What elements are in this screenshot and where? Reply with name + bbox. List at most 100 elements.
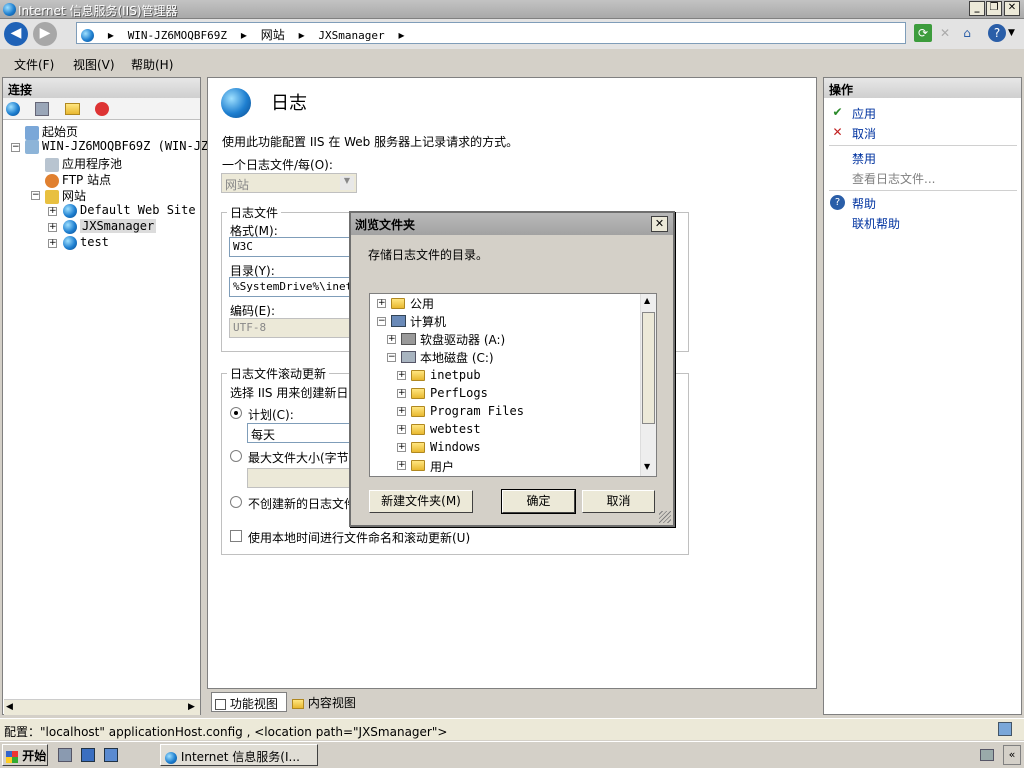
restore-button[interactable]: ❐ [986, 1, 1002, 16]
expand-icon[interactable]: + [397, 443, 406, 452]
actions-divider [829, 145, 1017, 146]
expand-icon[interactable]: + [387, 335, 396, 344]
disconnect-icon[interactable] [95, 102, 109, 116]
help-icon[interactable]: ? [988, 24, 1006, 42]
expand-icon[interactable]: + [48, 223, 57, 232]
tree-ftp-sites[interactable]: FTP 站点 [45, 171, 111, 188]
expand-icon[interactable]: + [397, 461, 406, 470]
folder-perflogs[interactable]: PerfLogs [430, 386, 488, 400]
format-select[interactable]: W3C [229, 237, 359, 257]
view-logs-action[interactable]: 查看日志文件... [852, 170, 935, 187]
connect-icon[interactable] [6, 102, 20, 116]
folder-tree[interactable]: + 公用 − 计算机 + 软盘驱动器 (A:) − 本地磁盘 (C:) + in… [369, 293, 657, 477]
folder-inetpub[interactable]: inetpub [430, 368, 481, 382]
start-button[interactable]: 开始 [2, 744, 48, 766]
menu-view[interactable]: 视图(V) [73, 56, 115, 73]
tree-start-page[interactable]: 起始页 [25, 123, 78, 140]
server-manager-icon[interactable] [58, 748, 72, 762]
breadcrumb-sites[interactable]: 网站 [261, 28, 285, 42]
folder-icon [411, 460, 425, 471]
close-button[interactable]: ✕ [1004, 1, 1020, 16]
scroll-down-icon[interactable]: ▼ [644, 462, 650, 471]
cancel-action[interactable]: 取消 [852, 125, 876, 142]
dialog-close-button[interactable]: ✕ [651, 216, 668, 232]
folder-computer[interactable]: 计算机 [410, 313, 446, 330]
address-bar[interactable]: ▸ WIN-JZ6MOQBF69Z ▸ 网站 ▸ JXSmanager ▸ [76, 22, 906, 44]
scroll-right-icon[interactable]: ▶ [188, 702, 195, 712]
dialog-cancel-button[interactable]: 取消 [582, 490, 655, 513]
vertical-scrollbar[interactable]: ▲ ▼ [640, 294, 656, 476]
collapse-icon[interactable]: − [387, 353, 396, 362]
folder-floppy[interactable]: 软盘驱动器 (A:) [420, 331, 505, 348]
tree-app-pools[interactable]: 应用程序池 [45, 155, 122, 172]
scroll-up-icon[interactable]: ▲ [644, 296, 650, 305]
minimize-button[interactable]: _ [969, 1, 985, 16]
back-button[interactable]: ◀ [4, 22, 28, 46]
ok-button[interactable]: 确定 [501, 489, 576, 514]
actions-header: 操作 [824, 78, 1021, 98]
features-view-icon [215, 699, 226, 710]
expand-icon[interactable]: + [48, 207, 57, 216]
expand-icon[interactable]: + [377, 299, 386, 308]
expand-icon[interactable]: + [397, 371, 406, 380]
schedule-radio[interactable] [230, 407, 242, 419]
collapse-icon[interactable]: − [377, 317, 386, 326]
folder-users[interactable]: 用户 [430, 458, 454, 475]
dialog-prompt: 存储日志文件的目录。 [368, 248, 489, 262]
expand-icon[interactable]: + [48, 239, 57, 248]
nonew-radio[interactable] [230, 496, 242, 508]
stop-icon[interactable]: ✕ [936, 24, 954, 42]
encoding-select[interactable]: UTF-8 [229, 318, 359, 338]
localtime-checkbox[interactable] [230, 530, 242, 542]
folder-localdisk[interactable]: 本地磁盘 (C:) [420, 349, 494, 366]
explorer-icon[interactable] [104, 748, 118, 762]
new-folder-button[interactable]: 新建文件夹(M) [369, 490, 473, 513]
breadcrumb-site[interactable]: JXSmanager [318, 29, 384, 42]
dir-input[interactable]: %SystemDrive%\inetpu [229, 277, 359, 297]
encoding-label: 编码(E): [230, 304, 275, 318]
online-help-action[interactable]: 联机帮助 [852, 215, 900, 232]
localtime-label: 使用本地时间进行文件命名和滚动更新(U) [248, 531, 471, 545]
tree-site-test[interactable]: test [63, 235, 109, 250]
scroll-thumb[interactable] [642, 312, 655, 424]
breadcrumb-server[interactable]: WIN-JZ6MOQBF69Z [128, 29, 227, 42]
tab-features-view[interactable]: 功能视图 [211, 692, 287, 712]
collapse-icon[interactable]: − [11, 143, 20, 152]
tab-content-view[interactable]: 内容视图 [289, 692, 379, 712]
taskbar-item-iis[interactable]: Internet 信息服务(I... [160, 744, 318, 766]
up-folder-icon[interactable] [65, 103, 80, 115]
folder-public[interactable]: 公用 [410, 295, 434, 312]
tree-sites[interactable]: 网站 [45, 187, 86, 204]
folder-windows[interactable]: Windows [430, 440, 481, 454]
refresh-icon[interactable]: ⟳ [914, 24, 932, 42]
apply-action[interactable]: 应用 [852, 105, 876, 122]
folder-webtest[interactable]: webtest [430, 422, 481, 436]
per-select[interactable]: 网站 ▼ [221, 173, 357, 193]
expand-icon[interactable]: + [397, 425, 406, 434]
chevron-down-icon[interactable]: ▼ [1008, 28, 1015, 38]
menu-help[interactable]: 帮助(H) [131, 56, 173, 73]
tree-server[interactable]: WIN-JZ6MOQBF69Z (WIN-JZ6MO [25, 139, 230, 154]
show-desktop-icon[interactable] [81, 748, 95, 762]
collapse-icon[interactable]: − [31, 191, 40, 200]
forward-button[interactable]: ▶ [33, 22, 57, 46]
menu-file[interactable]: 文件(F) [14, 56, 54, 73]
disable-action[interactable]: 禁用 [852, 150, 876, 167]
tray-expand-button[interactable]: « [1003, 745, 1021, 765]
home-icon[interactable]: ⌂ [958, 24, 976, 42]
help-action[interactable]: 帮助 [852, 195, 876, 212]
maxsize-radio[interactable] [230, 450, 242, 462]
save-icon[interactable] [35, 102, 49, 116]
tree-site-jxsmanager[interactable]: JXSmanager [63, 219, 157, 234]
maxsize-input[interactable] [247, 468, 351, 488]
tray-network-icon[interactable] [980, 749, 994, 761]
folder-program-files[interactable]: Program Files [430, 404, 524, 418]
expand-icon[interactable]: + [397, 389, 406, 398]
chevron-down-icon[interactable]: ▼ [340, 176, 354, 190]
scroll-left-icon[interactable]: ◀ [6, 702, 13, 712]
tree-site-default[interactable]: Default Web Site [63, 203, 196, 218]
expand-icon[interactable]: + [397, 407, 406, 416]
horizontal-scrollbar[interactable]: ◀ ▶ [4, 699, 200, 715]
schedule-select[interactable]: 每天 [247, 423, 351, 443]
resize-grip-icon[interactable] [659, 511, 671, 523]
